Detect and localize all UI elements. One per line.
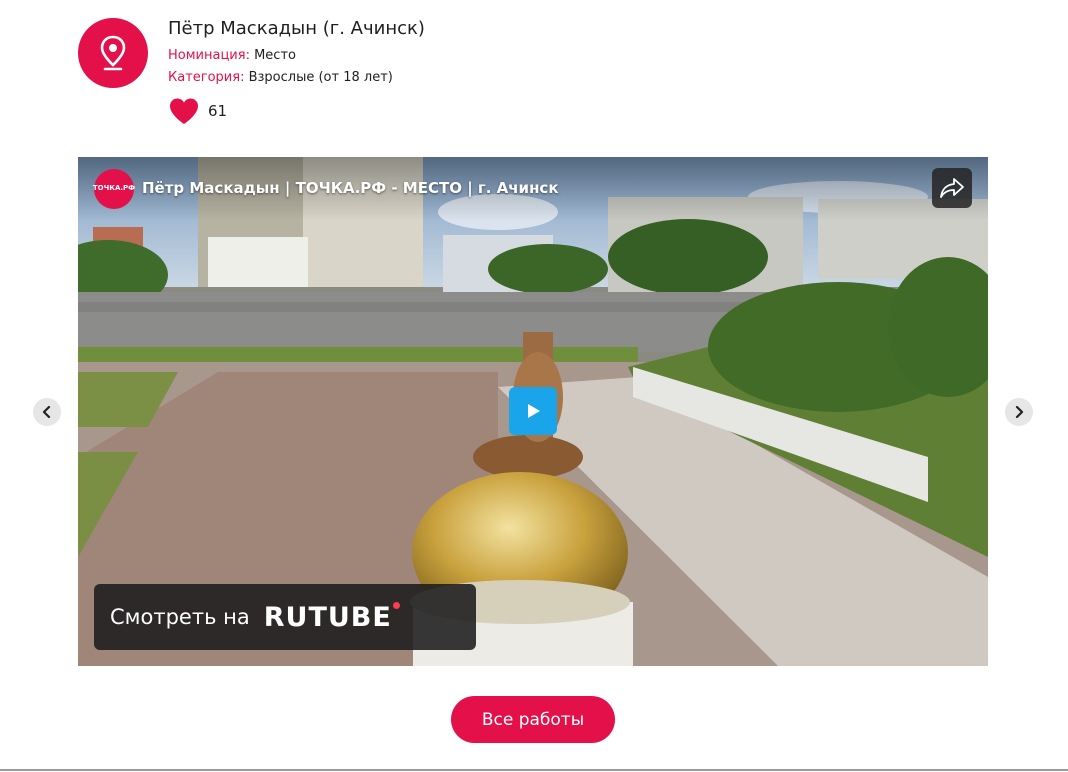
rutube-brand-text: RUTUBE [263, 601, 392, 633]
all-works-button[interactable]: Все работы [451, 696, 615, 743]
likes: 61 [168, 97, 227, 125]
category-value: Взрослые (от 18 лет) [248, 70, 393, 85]
entry-title: Пётр Маскадын (г. Ачинск) [168, 18, 425, 39]
chevron-right-icon [1015, 406, 1024, 418]
rutube-dot [392, 601, 400, 609]
channel-logo[interactable]: ТОЧКА.РФ [92, 169, 136, 209]
likes-count: 61 [208, 102, 228, 120]
category-row: Категория: Взрослые (от 18 лет) [168, 70, 393, 85]
carousel-next-button[interactable] [1005, 398, 1033, 426]
avatar [78, 18, 148, 88]
play-icon [528, 404, 540, 418]
share-button[interactable] [932, 168, 972, 208]
rutube-logo: RUTUBE [263, 601, 400, 633]
video-player[interactable]: ТОЧКА.РФ Пётр Маскадын | ТОЧКА.РФ - МЕСТ… [78, 157, 988, 666]
nomination-label: Номинация: [168, 48, 250, 63]
video-title[interactable]: Пётр Маскадын | ТОЧКА.РФ - МЕСТО | г. Ач… [142, 179, 559, 197]
map-pin-icon [100, 35, 126, 71]
watch-on-rutube-button[interactable]: Смотреть на RUTUBE [94, 584, 476, 650]
heart-icon[interactable] [168, 97, 200, 125]
page: Пётр Маскадын (г. Ачинск) Номинация: Мес… [0, 0, 1068, 772]
divider [0, 769, 1068, 771]
channel-logo-text: ТОЧКА.РФ [92, 184, 136, 193]
watch-on-label: Смотреть на [110, 605, 250, 629]
chevron-left-icon [42, 406, 51, 418]
play-button[interactable] [509, 387, 557, 435]
category-label: Категория: [168, 70, 245, 85]
nomination-value: Место [254, 48, 296, 63]
nomination-row: Номинация: Место [168, 48, 296, 63]
share-arrow-icon [940, 178, 964, 198]
carousel-prev-button[interactable] [33, 398, 61, 426]
